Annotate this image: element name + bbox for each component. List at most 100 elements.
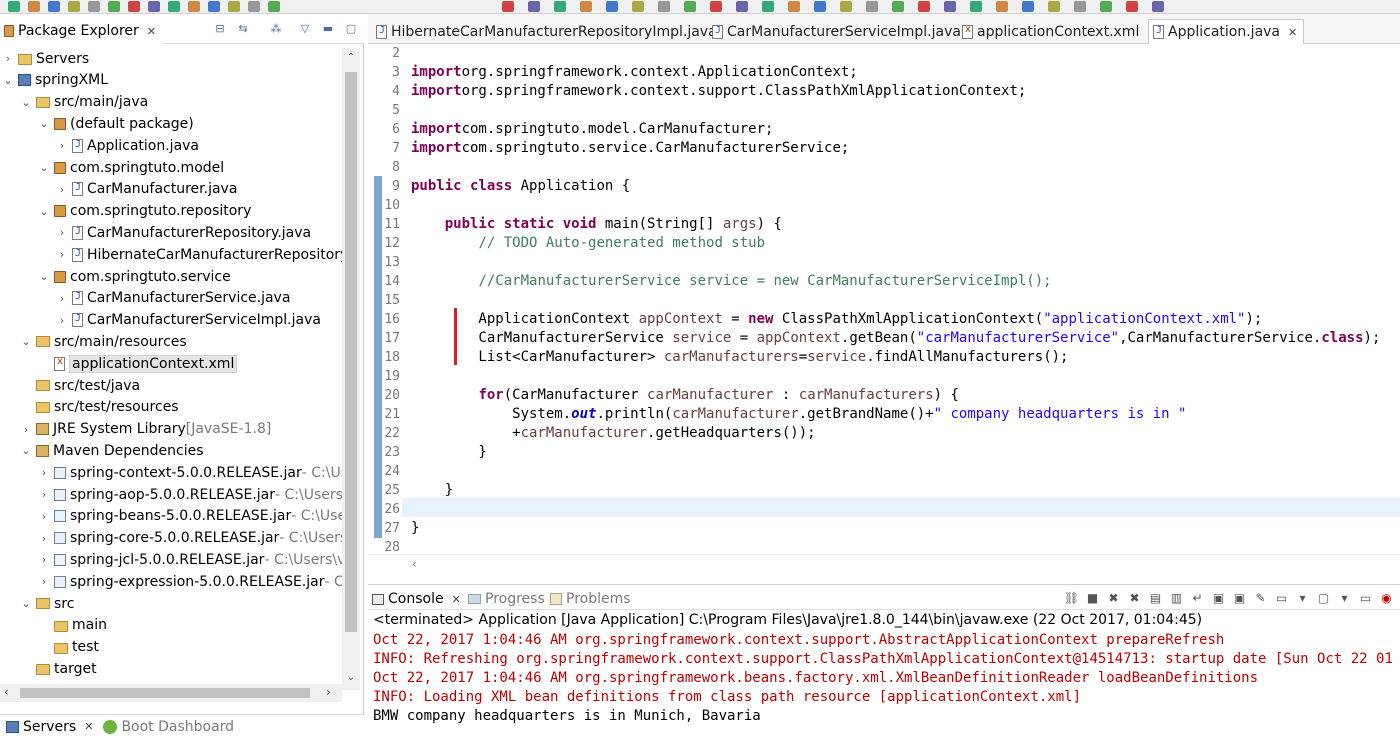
toolbar-button-icon[interactable]: [48, 1, 60, 12]
collapsed-chevron-icon[interactable]: ›: [2, 52, 14, 65]
toolbar-button-icon[interactable]: [1100, 1, 1112, 12]
toolbar-button-icon[interactable]: [248, 1, 260, 12]
scroll-down-icon[interactable]: ⌄: [345, 672, 357, 683]
toolbar-button-icon[interactable]: [228, 1, 240, 12]
toolbar-button-icon[interactable]: [736, 1, 748, 12]
tree-item[interactable]: src/test/resources: [20, 397, 179, 418]
toolbar-button-icon[interactable]: [580, 1, 592, 12]
collapsed-chevron-icon[interactable]: ›: [20, 423, 32, 436]
tree-item[interactable]: target: [20, 658, 97, 679]
link-with-editor-icon[interactable]: ⇆: [236, 22, 250, 35]
expanded-chevron-icon[interactable]: ⌄: [38, 205, 50, 218]
tree-vertical-scrollbar[interactable]: ⌃ ⌄: [342, 48, 360, 690]
toolbar-button-icon[interactable]: [8, 1, 20, 12]
tree-item[interactable]: ⌄ src/main/java: [20, 92, 148, 113]
view-menu-icon[interactable]: ▽: [298, 22, 312, 35]
collapsed-chevron-icon[interactable]: ›: [56, 314, 68, 327]
scroll-thumb[interactable]: [345, 72, 357, 632]
tab-boot-dashboard[interactable]: Boot Dashboard: [99, 719, 240, 735]
toolbar-button-icon[interactable]: [1048, 1, 1060, 12]
toolbar-button-icon[interactable]: [68, 1, 80, 12]
editor-horizontal-scrollbar[interactable]: ‹: [368, 554, 1400, 574]
toolbar-button-icon[interactable]: [168, 1, 180, 12]
toolbar-button-icon[interactable]: [866, 1, 878, 12]
tree-item[interactable]: › CarManufacturer.java: [56, 179, 238, 200]
tree-item[interactable]: › spring-expression-5.0.0.RELEASE.jar - C…: [38, 571, 342, 592]
tab-progress[interactable]: Progress: [468, 589, 545, 609]
toolbar-button-icon[interactable]: [128, 1, 140, 12]
collapsed-chevron-icon[interactable]: ›: [56, 226, 68, 239]
collapsed-chevron-icon[interactable]: ›: [38, 510, 50, 523]
dropdown-icon[interactable]: ▾: [1337, 590, 1352, 605]
tree-item[interactable]: › spring-jcl-5.0.0.RELEASE.jar - C:\Users…: [38, 549, 342, 570]
tab-problems[interactable]: Problems: [550, 589, 631, 609]
close-icon[interactable]: ✕: [147, 25, 156, 38]
collapsed-chevron-icon[interactable]: ›: [38, 532, 50, 545]
collapsed-chevron-icon[interactable]: ›: [56, 248, 68, 261]
word-wrap-icon[interactable]: ↵: [1190, 590, 1205, 605]
display-console-icon[interactable]: ▭: [1274, 590, 1289, 605]
editor-tab-hibernate-repository-impl[interactable]: HibernateCarManufacturerRepositoryImpl.j…: [376, 20, 717, 44]
expanded-chevron-icon[interactable]: ⌄: [38, 161, 50, 174]
toolbar-button-icon[interactable]: [762, 1, 774, 12]
scroll-left-icon[interactable]: ‹: [4, 685, 9, 699]
console-output[interactable]: <terminated> Application [Java Applicati…: [368, 610, 1400, 738]
toolbar-button-icon[interactable]: [606, 1, 618, 12]
tree-item[interactable]: ⌄ src: [20, 593, 74, 614]
open-console-icon[interactable]: ▢: [1316, 590, 1331, 605]
collapsed-chevron-icon[interactable]: ›: [38, 553, 50, 566]
minimize-icon[interactable]: ▬: [321, 22, 335, 35]
toolbar-button-icon[interactable]: [208, 1, 220, 12]
scroll-right-icon[interactable]: ›: [326, 685, 331, 699]
toolbar-button-icon[interactable]: [148, 1, 160, 12]
scroll-lock-icon[interactable]: ▥: [1169, 590, 1184, 605]
toolbar-button-icon[interactable]: [1074, 1, 1086, 12]
show-stderr-icon[interactable]: ▣: [1232, 590, 1247, 605]
toolbar-button-icon[interactable]: [1152, 1, 1164, 12]
close-icon[interactable]: ✕: [452, 593, 461, 606]
expanded-chevron-icon[interactable]: ⌄: [38, 270, 50, 283]
collapsed-chevron-icon[interactable]: ›: [38, 575, 50, 588]
code-editor[interactable]: 2 3 4 5 6 7 8 9 10 11 12 13 14 15 16 17 18 19 20 21 22 23 24 25…: [368, 44, 1400, 574]
tree-item[interactable]: › Application.java: [56, 135, 199, 156]
collapse-all-icon[interactable]: ⊟: [213, 22, 227, 35]
collapsed-chevron-icon[interactable]: ›: [56, 139, 68, 152]
tree-item[interactable]: main: [38, 615, 107, 636]
tree-item[interactable]: › spring-aop-5.0.0.RELEASE.jar - C:\Users…: [38, 484, 342, 505]
tree-item[interactable]: › spring-context-5.0.0.RELEASE.jar - C:\U…: [38, 462, 342, 483]
toolbar-button-icon[interactable]: [1126, 1, 1138, 12]
tree-item[interactable]: › CarManufacturerRepository.java: [56, 222, 311, 243]
maximize-icon[interactable]: ▢: [344, 22, 358, 35]
toolbar-button-icon[interactable]: [684, 1, 696, 12]
toolbar-button-icon[interactable]: [996, 1, 1008, 12]
editor-tab-service-impl[interactable]: CarManufacturerServiceImpl.java: [712, 20, 961, 44]
toolbar-button-icon[interactable]: [28, 1, 40, 12]
tree-item[interactable]: src/test/java: [20, 375, 140, 396]
toolbar-button-icon[interactable]: [892, 1, 904, 12]
tree-item[interactable]: › JRE System Library [JavaSE-1.8]: [20, 419, 272, 440]
toolbar-button-icon[interactable]: [710, 1, 722, 12]
collapsed-chevron-icon[interactable]: ›: [38, 466, 50, 479]
toolbar-button-icon[interactable]: [188, 1, 200, 12]
tree-item[interactable]: ⌄ Maven Dependencies: [20, 440, 203, 461]
scroll-left-icon[interactable]: ‹: [412, 557, 417, 571]
pin-icon[interactable]: ⛓: [1064, 590, 1079, 605]
tree-item[interactable]: › HibernateCarManufacturerRepositoryIm: [56, 244, 342, 265]
show-stdout-icon[interactable]: ▣: [1211, 590, 1226, 605]
scroll-thumb[interactable]: [20, 688, 310, 698]
remove-launch-icon[interactable]: ✖: [1106, 590, 1121, 605]
close-icon[interactable]: ✕: [84, 720, 93, 733]
tree-item[interactable]: › spring-beans-5.0.0.RELEASE.jar - C:\Use…: [38, 506, 342, 527]
clear-console-icon[interactable]: ▤: [1148, 590, 1163, 605]
tree-item[interactable]: ⌄ springXML: [2, 70, 108, 91]
collapsed-chevron-icon[interactable]: ›: [56, 183, 68, 196]
collapsed-chevron-icon[interactable]: ›: [56, 292, 68, 305]
terminate-icon[interactable]: ■: [1085, 590, 1100, 605]
expanded-chevron-icon[interactable]: ⌄: [38, 117, 50, 130]
toolbar-button-icon[interactable]: [632, 1, 644, 12]
expanded-chevron-icon[interactable]: ⌄: [20, 444, 32, 457]
tree-item[interactable]: ⌄ com.springtuto.model: [38, 157, 224, 178]
dropdown-icon[interactable]: ▾: [1295, 590, 1310, 605]
tree-item[interactable]: ⌄ (default package): [38, 113, 193, 134]
maximize-icon[interactable]: ◉: [1379, 590, 1394, 605]
